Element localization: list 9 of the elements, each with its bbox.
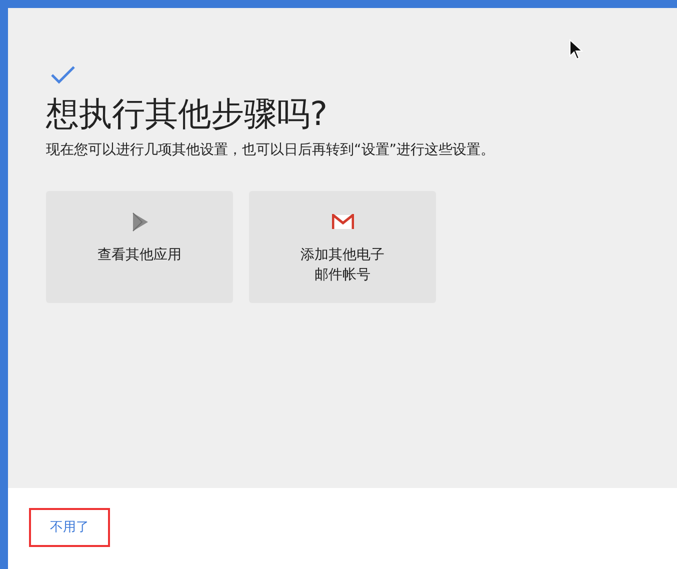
option-card[interactable]: 查看其他应用 [46, 191, 233, 303]
page-title: 想执行其他步骤吗? [46, 94, 329, 134]
option-card[interactable]: 添加其他电子 邮件帐号 [249, 191, 436, 303]
skip-button[interactable]: 不用了 [29, 508, 110, 547]
check-icon [49, 64, 77, 86]
cursor-icon [569, 39, 583, 60]
page-subtitle: 现在您可以进行几项其他设置，也可以日后再转到“设置”进行这些设置。 [46, 141, 496, 160]
mail-icon [332, 214, 354, 230]
play-icon [130, 212, 150, 232]
